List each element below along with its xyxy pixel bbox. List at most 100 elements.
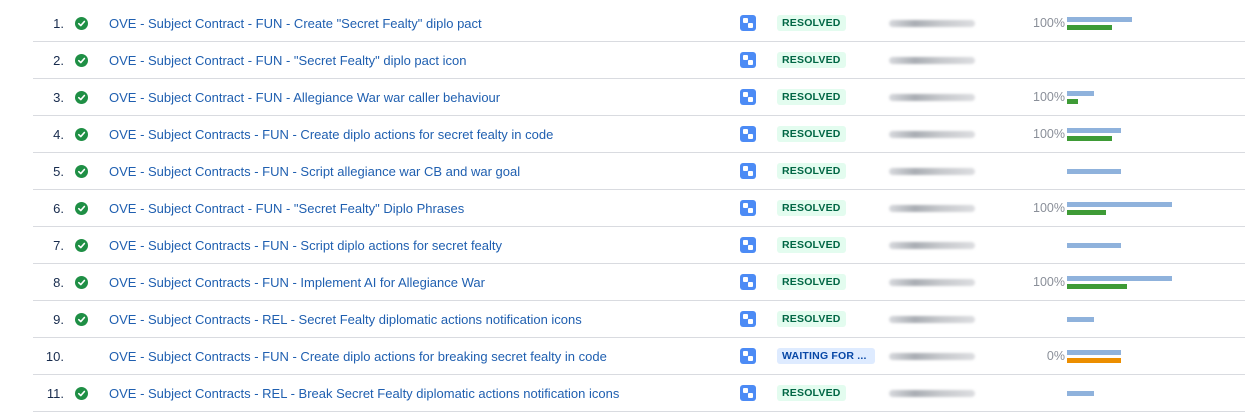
issue-summary-link[interactable]: OVE - Subject Contracts - REL - Break Se… [109,375,619,411]
table-row: 4. OVE - Subject Contracts - FUN - Creat… [33,116,1245,153]
progress-percent [1023,153,1065,189]
logged-bar [1067,283,1127,289]
subtask-icon [740,126,756,142]
issue-summary-link[interactable]: OVE - Subject Contract - FUN - "Secret F… [109,42,466,78]
assignee-name-blurred [889,19,975,27]
row-number: 1. [53,15,64,31]
check-circle-icon [75,275,88,289]
subtask-icon [740,311,756,327]
status-cell: RESOLVED [777,264,846,300]
table-row: 2. OVE - Subject Contract - FUN - "Secre… [33,42,1245,79]
assignee-cell [889,190,975,226]
status-lozenge[interactable]: RESOLVED [777,237,846,253]
estimate-bar [1067,390,1094,396]
status-lozenge[interactable]: RESOLVED [777,126,846,142]
assignee-cell [889,227,975,263]
check-cell [75,153,89,189]
logged-bar [1067,98,1078,104]
subtask-icon [740,15,756,31]
status-cell: RESOLVED [777,301,846,337]
progress-percent: 0% [1046,349,1065,363]
status-lozenge[interactable]: RESOLVED [777,15,846,31]
status-lozenge[interactable]: WAITING FOR ... [777,348,875,364]
logged-bar [1067,135,1112,141]
row-number: 7. [53,237,64,253]
time-tracking-bars [1067,301,1094,337]
check-circle-icon [75,201,88,215]
status-cell: RESOLVED [777,153,846,189]
assignee-name-blurred [889,315,975,323]
issue-summary-link[interactable]: OVE - Subject Contracts - FUN - Create d… [109,116,553,152]
issue-summary-link[interactable]: OVE - Subject Contracts - REL - Secret F… [109,301,582,337]
row-number: 10. [45,348,64,364]
row-number: 9. [53,311,64,327]
status-lozenge[interactable]: RESOLVED [777,52,846,68]
table-row: 1. OVE - Subject Contract - FUN - Create… [33,0,1245,42]
progress-percent [1023,227,1065,263]
estimate-bar [1067,242,1121,248]
check-cell [75,116,89,152]
check-circle-icon [75,164,88,178]
estimate-bar [1067,349,1121,355]
subtask-icon [740,274,756,290]
assignee-name-blurred [889,167,975,175]
assignee-cell [889,153,975,189]
table-row: 8. OVE - Subject Contracts - FUN - Imple… [33,264,1245,301]
table-row: 7. OVE - Subject Contracts - FUN - Scrip… [33,227,1245,264]
time-tracking-bars [1067,5,1132,41]
status-cell: RESOLVED [777,227,846,263]
check-cell [75,42,89,78]
issue-summary-link[interactable]: OVE - Subject Contracts - FUN - Implemen… [109,264,485,300]
assignee-name-blurred [889,241,975,249]
check-circle-icon [75,386,88,400]
assignee-cell [889,79,975,115]
time-tracking-bars [1067,227,1121,263]
assignee-name-blurred [889,278,975,286]
assignee-name-blurred [889,130,975,138]
progress-percent [1023,375,1065,411]
progress-percent: 100% [1033,127,1065,141]
check-cell [75,5,89,41]
status-lozenge[interactable]: RESOLVED [777,385,846,401]
check-cell [75,227,89,263]
progress-percent: 100% [1033,90,1065,104]
status-lozenge[interactable]: RESOLVED [777,274,846,290]
issue-summary-link[interactable]: OVE - Subject Contract - FUN - Create "S… [109,5,482,41]
issue-summary-link[interactable]: OVE - Subject Contracts - FUN - Script d… [109,227,502,263]
subtask-icon [740,200,756,216]
check-cell [75,375,89,411]
check-circle-icon [75,16,88,30]
assignee-name-blurred [889,93,975,101]
status-lozenge[interactable]: RESOLVED [777,311,846,327]
check-cell [75,301,89,337]
logged-bar [1067,24,1112,30]
issue-summary-link[interactable]: OVE - Subject Contracts - FUN - Create d… [109,338,607,374]
issue-type-cell [740,264,756,300]
row-number: 6. [53,200,64,216]
row-number: 3. [53,89,64,105]
issue-summary-link[interactable]: OVE - Subject Contracts - FUN - Script a… [109,153,520,189]
estimate-bar [1067,275,1172,281]
issue-type-cell [740,301,756,337]
estimate-bar [1067,201,1172,207]
status-lozenge[interactable]: RESOLVED [777,89,846,105]
subtask-icon [740,348,756,364]
row-number: 4. [53,126,64,142]
assignee-cell [889,264,975,300]
issue-table: 1. OVE - Subject Contract - FUN - Create… [0,0,1254,412]
assignee-cell [889,375,975,411]
issue-type-cell [740,42,756,78]
assignee-name-blurred [889,204,975,212]
status-lozenge[interactable]: RESOLVED [777,200,846,216]
time-tracking-bars [1067,153,1121,189]
logged-bar [1067,357,1121,363]
issue-type-cell [740,153,756,189]
row-number: 8. [53,274,64,290]
issue-summary-link[interactable]: OVE - Subject Contract - FUN - "Secret F… [109,190,464,226]
status-lozenge[interactable]: RESOLVED [777,163,846,179]
issue-summary-link[interactable]: OVE - Subject Contract - FUN - Allegianc… [109,79,500,115]
progress-percent [1023,301,1065,337]
row-number: 5. [53,163,64,179]
table-row: 5. OVE - Subject Contracts - FUN - Scrip… [33,153,1245,190]
subtask-icon [740,385,756,401]
